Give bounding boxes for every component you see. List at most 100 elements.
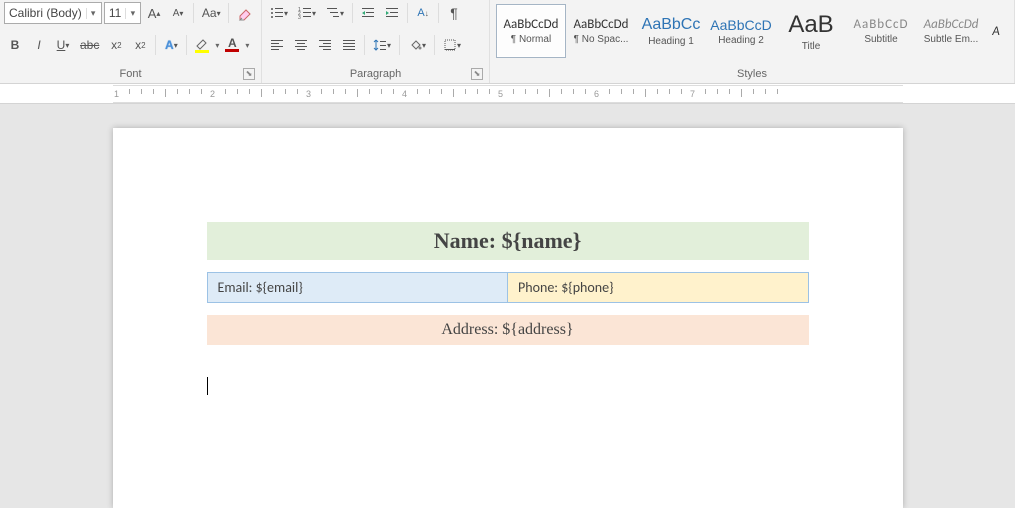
email-cell[interactable]: Email: ${email} bbox=[207, 273, 508, 303]
change-case-button[interactable]: Aa▾ bbox=[198, 2, 224, 24]
align-right-icon bbox=[318, 38, 332, 52]
style-sample: AaBbCcDd bbox=[574, 17, 629, 32]
style-name: Heading 1 bbox=[648, 36, 694, 47]
style-name: Subtitle bbox=[864, 34, 897, 45]
ruler-number: 2 bbox=[210, 89, 215, 99]
contact-row: Email: ${email} Phone: ${phone} bbox=[207, 273, 808, 303]
eraser-icon bbox=[237, 5, 253, 21]
phone-cell[interactable]: Phone: ${phone} bbox=[508, 273, 809, 303]
font-group: Calibri (Body) ▾ 11 ▾ A▴ A▾ Aa▾ B I U▾ a… bbox=[0, 0, 262, 83]
name-cell[interactable]: Name: ${name} bbox=[207, 222, 809, 260]
chevron-down-icon[interactable]: ▾ bbox=[86, 8, 100, 19]
document-area: Name: ${name} Email: ${email} Phone: ${p… bbox=[0, 104, 1015, 508]
paragraph-dialog-launcher[interactable]: ⬊ bbox=[471, 68, 483, 80]
indent-icon bbox=[385, 6, 399, 20]
style-name: Subtle Em... bbox=[924, 34, 978, 45]
styles-gallery[interactable]: AaBbCcDd¶ NormalAaBbCcDd¶ No Spac...AaBb… bbox=[494, 2, 1010, 60]
page[interactable]: Name: ${name} Email: ${email} Phone: ${p… bbox=[113, 128, 903, 508]
chevron-down-icon[interactable]: ▾ bbox=[215, 41, 219, 50]
justify-icon bbox=[342, 38, 356, 52]
style-sample: AaBbCcD bbox=[710, 17, 771, 33]
subscript-button[interactable]: x2 bbox=[105, 34, 127, 56]
align-center-button[interactable] bbox=[290, 34, 312, 56]
multilevel-list-icon bbox=[326, 6, 340, 20]
svg-text:3: 3 bbox=[298, 15, 301, 20]
align-left-icon bbox=[270, 38, 284, 52]
address-table: Address: ${address} bbox=[207, 315, 809, 345]
outdent-icon bbox=[361, 6, 375, 20]
font-name-value: Calibri (Body) bbox=[5, 6, 86, 20]
highlighter-icon bbox=[195, 38, 209, 50]
style-sample: AaBbCcD bbox=[853, 17, 908, 32]
ribbon: Calibri (Body) ▾ 11 ▾ A▴ A▾ Aa▾ B I U▾ a… bbox=[0, 0, 1015, 84]
ruler-number: 7 bbox=[690, 89, 695, 99]
text-effects-button[interactable]: A▾ bbox=[160, 34, 182, 56]
style---normal[interactable]: AaBbCcDd ¶ Normal bbox=[496, 4, 566, 58]
borders-button[interactable]: ▾ bbox=[439, 34, 465, 56]
style-heading-1[interactable]: AaBbCc Heading 1 bbox=[636, 4, 706, 58]
strikethrough-button[interactable]: abc bbox=[76, 34, 103, 56]
style-subtitle[interactable]: AaBbCcD Subtitle bbox=[846, 4, 916, 58]
template-table: Name: ${name} bbox=[207, 222, 809, 260]
font-name-combo[interactable]: Calibri (Body) ▾ bbox=[4, 2, 102, 24]
shading-button[interactable]: ▾ bbox=[404, 34, 430, 56]
align-right-button[interactable] bbox=[314, 34, 336, 56]
line-spacing-icon bbox=[373, 38, 387, 52]
bold-button[interactable]: B bbox=[4, 34, 26, 56]
sort-button[interactable]: A↓ bbox=[412, 2, 434, 24]
style-sample: AaB bbox=[788, 11, 833, 39]
ruler-number: 5 bbox=[498, 89, 503, 99]
number-list-icon: 123 bbox=[298, 6, 312, 20]
multilevel-list-button[interactable]: ▾ bbox=[322, 2, 348, 24]
borders-icon bbox=[443, 38, 457, 52]
align-center-icon bbox=[294, 38, 308, 52]
style-more[interactable]: A bbox=[986, 4, 1006, 58]
text-cursor bbox=[207, 377, 208, 395]
clear-formatting-button[interactable] bbox=[233, 2, 257, 24]
contact-table: Email: ${email} Phone: ${phone} bbox=[207, 272, 809, 303]
show-marks-button[interactable]: ¶ bbox=[443, 2, 465, 24]
style-name: ¶ Normal bbox=[511, 34, 551, 45]
chevron-down-icon[interactable]: ▾ bbox=[125, 8, 139, 19]
numbering-button[interactable]: 123▾ bbox=[294, 2, 320, 24]
superscript-button[interactable]: x2 bbox=[129, 34, 151, 56]
highlight-color-button[interactable] bbox=[191, 34, 213, 56]
justify-button[interactable] bbox=[338, 34, 360, 56]
style-name: Heading 2 bbox=[718, 35, 764, 46]
italic-button[interactable]: I bbox=[28, 34, 50, 56]
styles-group-label: Styles bbox=[737, 68, 767, 80]
style---no-spac---[interactable]: AaBbCcDd¶ No Spac... bbox=[566, 4, 636, 58]
ruler-number: 3 bbox=[306, 89, 311, 99]
ruler-area: 1234567 bbox=[0, 84, 1015, 104]
style-sample: AaBbCcDd bbox=[924, 17, 979, 32]
style-sample: AaBbCc bbox=[642, 16, 701, 34]
style-heading-2[interactable]: AaBbCcD Heading 2 bbox=[706, 4, 776, 58]
font-size-value: 11 bbox=[105, 6, 125, 20]
underline-button[interactable]: U▾ bbox=[52, 34, 74, 56]
font-size-combo[interactable]: 11 ▾ bbox=[104, 2, 141, 24]
chevron-down-icon[interactable]: ▾ bbox=[245, 41, 249, 50]
grow-font-button[interactable]: A▴ bbox=[143, 2, 165, 24]
shrink-font-button[interactable]: A▾ bbox=[167, 2, 189, 24]
decrease-indent-button[interactable] bbox=[357, 2, 379, 24]
styles-group: AaBbCcDd¶ NormalAaBbCcDd¶ No Spac...AaBb… bbox=[490, 0, 1015, 83]
bullets-button[interactable]: ▾ bbox=[266, 2, 292, 24]
style-name: Title bbox=[802, 41, 821, 52]
style-title[interactable]: AaB Title bbox=[776, 4, 846, 58]
style-sample: AaBbCcDd bbox=[504, 17, 559, 32]
font-color-button[interactable]: A bbox=[221, 34, 243, 56]
ruler-number: 1 bbox=[114, 89, 119, 99]
paragraph-group-label: Paragraph bbox=[350, 68, 401, 80]
align-left-button[interactable] bbox=[266, 34, 288, 56]
line-spacing-button[interactable]: ▾ bbox=[369, 34, 395, 56]
style-subtle-em---[interactable]: AaBbCcDd Subtle Em... bbox=[916, 4, 986, 58]
address-row: Address: ${address} bbox=[207, 315, 809, 345]
bullet-list-icon bbox=[270, 6, 284, 20]
address-cell[interactable]: Address: ${address} bbox=[207, 315, 809, 345]
paragraph-group: ▾ 123▾ ▾ A↓ ¶ bbox=[262, 0, 490, 83]
style-sample: A bbox=[992, 24, 1000, 39]
increase-indent-button[interactable] bbox=[381, 2, 403, 24]
ruler-number: 4 bbox=[402, 89, 407, 99]
font-dialog-launcher[interactable]: ⬊ bbox=[243, 68, 255, 80]
horizontal-ruler[interactable]: 1234567 bbox=[113, 85, 903, 103]
